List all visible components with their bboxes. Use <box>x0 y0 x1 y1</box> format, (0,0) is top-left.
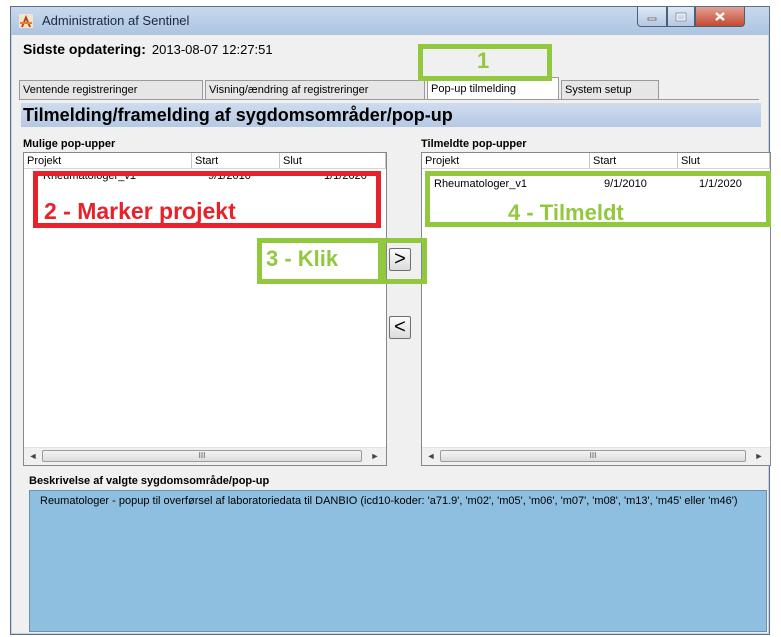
annotation-step2: 2 - Marker projekt <box>44 198 236 224</box>
remove-popup-button[interactable]: < <box>389 316 411 339</box>
minimize-button[interactable] <box>637 7 667 27</box>
column-header-slut[interactable]: Slut <box>678 153 770 169</box>
description-box: Reumatologer - popup til overførsel af l… <box>29 490 767 632</box>
maximize-button[interactable] <box>667 7 695 27</box>
column-header-start[interactable]: Start <box>192 153 280 169</box>
scroll-left-icon[interactable]: ◄ <box>425 450 437 462</box>
scroll-left-icon[interactable]: ◄ <box>27 450 39 462</box>
tab-divider <box>19 99 759 100</box>
subscribed-popups-label: Tilmeldte pop-upper <box>421 138 527 150</box>
last-update: Sidste opdatering: 2013-08-07 12:27:51 <box>23 41 273 57</box>
scroll-right-icon[interactable]: ► <box>369 450 381 462</box>
last-update-label: Sidste opdatering: <box>23 41 146 57</box>
description-label: Beskrivelse af valgte sygdomsområde/pop-… <box>29 475 270 487</box>
app-icon <box>19 14 33 28</box>
window-title: Administration af Sentinel <box>42 13 190 28</box>
tab-system-setup[interactable]: System setup <box>561 80 659 99</box>
column-header-slut[interactable]: Slut <box>280 153 386 169</box>
horizontal-scrollbar[interactable]: ◄ III ► <box>24 447 386 465</box>
annotation-step3: 3 - Klik <box>266 246 339 271</box>
application-window: Administration af Sentinel Sidste opdate… <box>10 6 771 635</box>
minimize-icon <box>647 17 657 20</box>
scroll-thumb[interactable]: III <box>440 450 746 462</box>
column-header-start[interactable]: Start <box>590 153 678 169</box>
section-title: Tilmelding/framelding af sygdomsområder/… <box>21 103 761 127</box>
horizontal-scrollbar[interactable]: ◄ III ► <box>422 447 770 465</box>
annotation-click-button <box>381 238 427 284</box>
column-header-projekt[interactable]: Projekt <box>24 153 192 169</box>
last-update-value: 2013-08-07 12:27:51 <box>151 42 273 57</box>
scroll-right-icon[interactable]: ► <box>753 450 765 462</box>
available-popups-label: Mulige pop-upper <box>23 138 116 150</box>
annotation-step4: 4 - Tilmeldt <box>508 200 624 225</box>
maximize-icon <box>675 12 687 21</box>
close-button[interactable] <box>695 7 745 27</box>
title-bar[interactable]: Administration af Sentinel <box>11 7 769 35</box>
tab-visning[interactable]: Visning/ændring af registreringer <box>205 80 425 99</box>
tab-ventende[interactable]: Ventende registreringer <box>19 80 203 99</box>
scroll-thumb[interactable]: III <box>42 450 362 462</box>
annotation-step1: 1 <box>477 48 490 73</box>
close-icon <box>715 12 725 21</box>
column-header-projekt[interactable]: Projekt <box>422 153 590 169</box>
